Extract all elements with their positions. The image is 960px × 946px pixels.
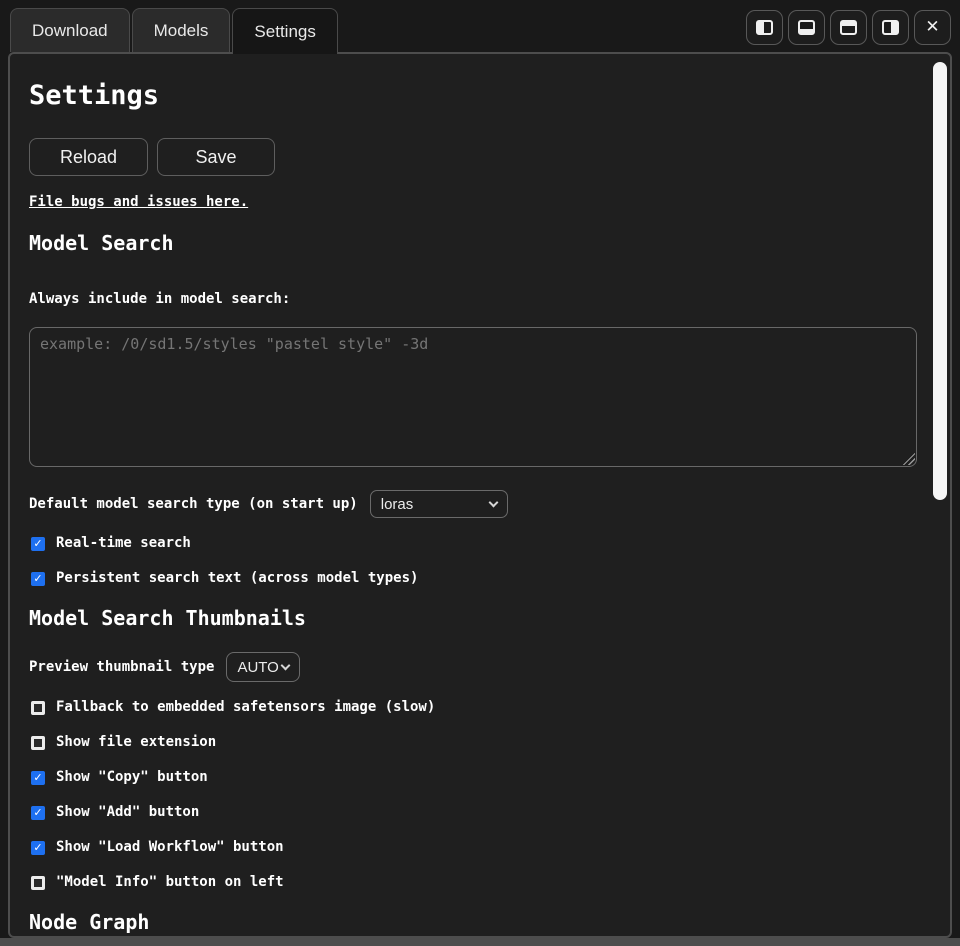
show-file-extension-checkbox[interactable]	[31, 736, 45, 750]
checkbox-label[interactable]: Show "Load Workflow" button	[56, 838, 284, 857]
checkbox-label[interactable]: "Model Info" button on left	[56, 873, 284, 892]
always-include-textarea[interactable]	[29, 327, 917, 467]
checkbox-label[interactable]: Fallback to embedded safetensors image (…	[56, 698, 435, 717]
preview-type-value: AUTO	[237, 659, 278, 676]
checkbox-row: Real-time search	[31, 534, 920, 553]
page-title: Settings	[29, 80, 920, 112]
vertical-scrollbar-thumb[interactable]	[933, 62, 947, 500]
show-add-button-checkbox[interactable]	[31, 806, 45, 820]
always-include-label: Always include in model search:	[29, 291, 920, 308]
checkbox-row: Show "Load Workflow" button	[31, 838, 920, 857]
show-copy-button-checkbox[interactable]	[31, 771, 45, 785]
reload-button[interactable]: Reload	[29, 138, 148, 176]
save-button[interactable]: Save	[157, 138, 275, 176]
node-graph-heading: Node Graph	[29, 910, 920, 934]
checkbox-row: Persistent search text (across model typ…	[31, 569, 920, 588]
checkbox-label[interactable]: Show "Add" button	[56, 803, 199, 822]
chevron-down-icon	[488, 497, 498, 507]
preview-type-label: Preview thumbnail type	[29, 659, 214, 675]
always-include-field-wrap	[29, 327, 917, 467]
preview-type-row: Preview thumbnail type AUTO	[29, 652, 920, 682]
checkbox-row: Show "Add" button	[31, 803, 920, 822]
default-search-type-select[interactable]: loras	[370, 490, 508, 518]
textarea-resize-handle[interactable]	[903, 453, 915, 465]
checkbox-label[interactable]: Real-time search	[56, 534, 191, 553]
checkbox-row: Show file extension	[31, 733, 920, 752]
checkbox-row: Fallback to embedded safetensors image (…	[31, 698, 920, 717]
checkbox-label[interactable]: Show file extension	[56, 733, 216, 752]
fallback-safetensors-checkbox[interactable]	[31, 701, 45, 715]
model-search-heading: Model Search	[29, 231, 920, 255]
file-bugs-link[interactable]: File bugs and issues here.	[29, 194, 248, 211]
checkbox-row: Show "Copy" button	[31, 768, 920, 787]
tab-settings[interactable]: Settings	[232, 8, 337, 54]
settings-panel: Settings Reload Save File bugs and issue…	[8, 52, 952, 938]
model-info-left-checkbox[interactable]	[31, 876, 45, 890]
thumbnails-heading: Model Search Thumbnails	[29, 606, 920, 630]
action-buttons: Reload Save	[29, 138, 920, 176]
tab-models[interactable]: Models	[132, 8, 231, 52]
tab-bar: Download Models Settings	[0, 0, 960, 52]
realtime-search-checkbox[interactable]	[31, 537, 45, 551]
checkbox-label[interactable]: Persistent search text (across model typ…	[56, 569, 418, 588]
checkbox-row: "Model Info" button on left	[31, 873, 920, 892]
chevron-down-icon	[281, 660, 291, 670]
checkbox-label[interactable]: Show "Copy" button	[56, 768, 208, 787]
tab-download[interactable]: Download	[10, 8, 130, 52]
persistent-search-checkbox[interactable]	[31, 572, 45, 586]
default-search-type-value: loras	[381, 496, 414, 513]
horizontal-scrollbar[interactable]	[0, 938, 960, 946]
default-search-type-label: Default model search type (on start up)	[29, 496, 358, 512]
default-search-type-row: Default model search type (on start up) …	[29, 490, 920, 518]
settings-content: Settings Reload Save File bugs and issue…	[29, 56, 920, 936]
preview-type-select[interactable]: AUTO	[226, 652, 300, 682]
show-load-workflow-checkbox[interactable]	[31, 841, 45, 855]
